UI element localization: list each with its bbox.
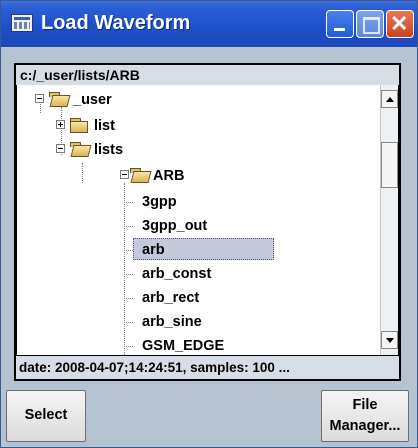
tree-file-3gpp-out[interactable]: 3gpp_out	[137, 215, 337, 237]
tree-node-lists[interactable]: lists	[54, 139, 254, 161]
title-bar[interactable]: Load Waveform ✕	[1, 1, 417, 47]
tree-node-label: arb_rect	[142, 290, 200, 306]
tree-node-list[interactable]: list	[54, 115, 254, 137]
minimize-button[interactable]	[326, 10, 354, 38]
folder-open-icon	[130, 166, 148, 182]
tree-line	[124, 346, 133, 347]
tree-line	[124, 274, 133, 275]
file-manager-button-label: File Manager...	[330, 395, 401, 437]
collapse-icon[interactable]	[120, 170, 129, 179]
waveform-dialog-icon	[11, 14, 33, 32]
file-tree[interactable]: _user list lists ARB 3gpp 3gpp_out arb a…	[14, 85, 401, 355]
tree-line	[124, 183, 125, 355]
tree-file-arb[interactable]: arb	[137, 239, 337, 261]
folder-open-icon	[49, 90, 67, 106]
file-manager-button[interactable]: File Manager...	[321, 390, 409, 442]
tree-file-gsm-edge[interactable]: GSM_EDGE	[137, 335, 337, 355]
tree-node-arb-folder[interactable]: ARB	[75, 165, 275, 187]
tree-file-arb-rect[interactable]: arb_rect	[137, 287, 337, 309]
tree-node-label: arb_const	[142, 266, 212, 282]
load-waveform-dialog: Load Waveform ✕ c:/_user/lists/ARB _user…	[0, 0, 418, 448]
tree-line	[124, 250, 133, 251]
folder-icon	[70, 116, 88, 133]
tree-node-label: lists	[94, 142, 124, 158]
collapse-icon[interactable]	[35, 94, 44, 103]
tree-node-label: _user	[73, 92, 112, 108]
folder-open-icon	[70, 140, 88, 156]
file-info-text: date: 2008-04-07;14:24:51, samples: 100 …	[19, 360, 290, 375]
tree-file-arb-const[interactable]: arb_const	[137, 263, 337, 285]
tree-line	[124, 226, 133, 227]
tree-node-label: GSM_EDGE	[142, 338, 225, 354]
minimize-icon	[334, 28, 345, 31]
current-path-text: c:/_user/lists/ARB	[20, 67, 140, 83]
tree-file-3gpp[interactable]: 3gpp	[137, 191, 337, 213]
tree-node-label: 3gpp_out	[142, 218, 208, 234]
vertical-scrollbar[interactable]	[380, 85, 398, 355]
tree-node-label: ARB	[153, 168, 185, 184]
maximize-button[interactable]	[356, 10, 384, 38]
select-button-label: Select	[24, 407, 68, 424]
scroll-down-button[interactable]	[381, 331, 398, 349]
file-manager-label-line2: Manager...	[329, 418, 401, 434]
tree-line	[124, 322, 133, 323]
tree-line	[124, 202, 133, 203]
window-title: Load Waveform	[41, 12, 191, 34]
tree-line	[124, 298, 133, 299]
tree-node-label: 3gpp	[142, 194, 177, 210]
maximize-icon	[363, 17, 380, 34]
tree-file-arb-sine[interactable]: arb_sine	[137, 311, 337, 333]
select-button[interactable]: Select	[6, 390, 86, 442]
close-icon: ✕	[390, 11, 409, 36]
file-info-status: date: 2008-04-07;14:24:51, samples: 100 …	[14, 355, 401, 381]
close-button[interactable]: ✕	[386, 10, 414, 38]
tree-node-user[interactable]: _user	[33, 89, 233, 111]
collapse-icon[interactable]	[56, 144, 65, 153]
file-manager-label-line1: File	[352, 396, 378, 413]
scroll-up-button[interactable]	[381, 90, 398, 108]
expand-icon[interactable]	[56, 120, 65, 129]
tree-node-label: list	[94, 118, 115, 134]
tree-node-label: arb_sine	[142, 314, 202, 330]
current-path: c:/_user/lists/ARB	[14, 63, 401, 87]
scroll-thumb[interactable]	[381, 142, 398, 188]
tree-node-label: arb	[142, 242, 165, 258]
